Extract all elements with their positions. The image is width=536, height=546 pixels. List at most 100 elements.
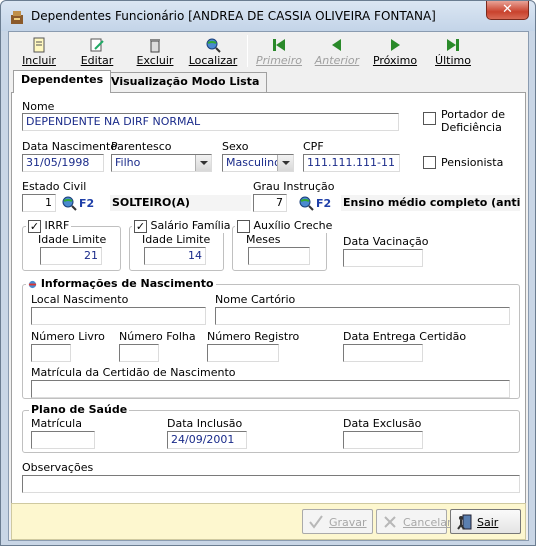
matricula-certidao-field[interactable]	[31, 380, 510, 398]
trash-icon	[150, 39, 160, 53]
toolbar: Incluir Editar Excluir Localizar Primeir…	[9, 32, 528, 70]
auxilio-creche-checkbox[interactable]	[237, 219, 250, 233]
numero-livro-field[interactable]	[31, 344, 71, 362]
irrf-idade-field[interactable]: 21	[40, 247, 102, 265]
first-record-icon	[273, 39, 285, 51]
vacinacao-field[interactable]	[343, 249, 423, 267]
incluir-label: Incluir	[22, 54, 56, 67]
plano-saude-group	[22, 410, 520, 453]
data-entrega-field[interactable]	[343, 344, 423, 362]
estado-civil-code-field[interactable]: 1	[22, 194, 56, 212]
pensionista-label: Pensionista	[441, 156, 504, 169]
numero-folha-field[interactable]	[119, 344, 159, 362]
window-title: Dependentes Funcionário [ANDREA DE CASSI…	[31, 9, 436, 23]
parentesco-select[interactable]: Filho	[111, 154, 212, 172]
parentesco-label: Parentesco	[111, 140, 172, 153]
matricula-certidao-label: Matrícula da Certidão de Nascimento	[31, 366, 236, 379]
auxilio-creche-label: Auxílio Creche	[253, 219, 333, 232]
pensionista-checkbox[interactable]	[423, 156, 436, 169]
observacoes-field[interactable]	[22, 475, 520, 493]
f2-hint: F2	[316, 197, 332, 210]
gravar-label: Gravar	[329, 516, 367, 529]
salario-idade-field[interactable]: 14	[144, 247, 206, 265]
local-nascimento-label: Local Nascimento	[31, 293, 129, 306]
sair-label: Sair	[477, 516, 499, 529]
f2-hint: F2	[79, 197, 95, 210]
observacoes-label: Observações	[22, 461, 94, 474]
tab-strip: Dependentes Visualização Modo Lista	[11, 70, 526, 93]
data-inclusao-field[interactable]: 24/09/2001	[167, 431, 247, 449]
chevron-down-icon[interactable]	[195, 155, 211, 171]
cpf-label: CPF	[303, 140, 324, 153]
irrf-header: ✓ IRRF	[26, 219, 72, 233]
numero-registro-label: Número Registro	[207, 330, 300, 343]
nascimento-label: Data Nascimento	[22, 140, 118, 153]
nome-label: Nome	[22, 100, 55, 113]
salario-familia-label: Salário Família	[150, 219, 231, 232]
search-globe-icon[interactable]	[298, 195, 314, 211]
title-bar: Dependentes Funcionário [ANDREA DE CASSI…	[1, 1, 535, 31]
edit-icon	[90, 38, 104, 52]
data-exclusao-label: Data Exclusão	[343, 417, 422, 430]
auxilio-creche-header: Auxílio Creche	[235, 219, 335, 233]
proximo-button[interactable]: Próximo	[367, 35, 423, 68]
numero-registro-field[interactable]	[207, 344, 279, 362]
grau-code-field[interactable]: 7	[253, 194, 287, 212]
sexo-select[interactable]: Masculino	[222, 154, 294, 172]
vacinacao-label: Data Vacinação	[343, 235, 429, 248]
grau-label: Grau Instrução	[253, 180, 335, 193]
localizar-label: Localizar	[188, 54, 238, 67]
tab-dependentes[interactable]: Dependentes	[13, 70, 112, 93]
cancelar-label: Cancelar	[403, 516, 452, 529]
last-record-icon	[447, 39, 459, 51]
anterior-button[interactable]: Anterior	[309, 35, 365, 68]
data-exclusao-field[interactable]	[343, 431, 423, 449]
excluir-button[interactable]: Excluir	[127, 35, 183, 68]
ultimo-button[interactable]: Último	[425, 35, 481, 68]
portador-label: Portador de Deficiência	[441, 108, 506, 134]
nome-cartorio-label: Nome Cartório	[215, 293, 296, 306]
local-nascimento-field[interactable]	[31, 307, 206, 325]
irrf-label: IRRF	[44, 219, 70, 232]
sexo-value: Masculino	[226, 156, 281, 169]
new-document-icon	[33, 37, 45, 53]
primeiro-label: Primeiro	[255, 54, 302, 67]
parentesco-value: Filho	[115, 156, 141, 169]
cpf-field[interactable]: 111.111.111-11	[303, 154, 400, 172]
incluir-button[interactable]: Incluir	[11, 35, 67, 68]
salario-familia-checkbox[interactable]: ✓	[134, 219, 147, 233]
localizar-button[interactable]: Localizar	[185, 35, 241, 68]
nome-field[interactable]: DEPENDENTE NA DIRF NORMAL	[22, 113, 399, 131]
plano-saude-title: Plano de Saúde	[29, 403, 130, 416]
data-entrega-label: Data Entrega Certidão	[343, 330, 467, 343]
nome-cartorio-field[interactable]	[215, 307, 510, 325]
nascimento-info-title: Informações de Nascimento	[40, 277, 214, 290]
search-globe-icon[interactable]	[61, 195, 77, 211]
data-inclusao-label: Data Inclusão	[167, 417, 243, 430]
sexo-label: Sexo	[222, 140, 249, 153]
portador-checkbox[interactable]	[423, 112, 436, 125]
exit-door-icon	[457, 514, 472, 530]
cancelar-button[interactable]: Cancelar	[376, 509, 452, 534]
creche-meses-field[interactable]	[248, 247, 310, 265]
toolbar-separator	[247, 35, 248, 67]
sair-button[interactable]: Sair	[450, 509, 521, 534]
nascimento-field[interactable]: 31/05/1998	[22, 154, 104, 172]
grau-description: Ensino médio completo (antigo	[341, 195, 520, 211]
irrf-checkbox[interactable]: ✓	[28, 219, 41, 233]
close-button[interactable]: ✕	[486, 1, 529, 20]
editar-button[interactable]: Editar	[69, 35, 125, 68]
plano-matricula-field[interactable]	[31, 431, 95, 449]
numero-livro-label: Número Livro	[31, 330, 105, 343]
next-record-icon	[391, 39, 400, 51]
salario-idade-label: Idade Limite	[142, 233, 211, 246]
gravar-button[interactable]: Gravar	[302, 509, 373, 534]
primeiro-button[interactable]: Primeiro	[251, 35, 307, 68]
chevron-down-icon[interactable]	[277, 155, 293, 171]
close-icon: ✕	[502, 2, 513, 17]
dependentes-panel: Nome DEPENDENTE NA DIRF NORMAL Portador …	[11, 92, 526, 506]
plano-matricula-label: Matrícula	[31, 417, 82, 430]
excluir-label: Excluir	[136, 54, 174, 67]
tab-visualizacao-lista[interactable]: Visualização Modo Lista	[103, 72, 268, 92]
editar-label: Editar	[80, 54, 114, 67]
